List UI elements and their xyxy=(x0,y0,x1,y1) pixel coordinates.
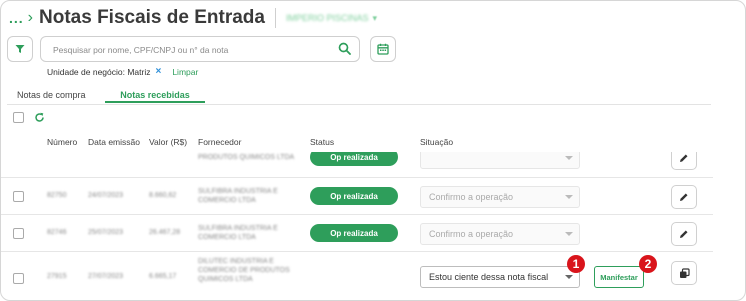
supplier-cell: PRODUTOS QUIMICOS LTDA xyxy=(198,154,295,161)
valor-cell: 26.467,28 xyxy=(149,229,181,236)
table-toolbar xyxy=(13,112,45,123)
status-badge: Op realizada xyxy=(310,187,398,205)
chevron-down-icon xyxy=(565,275,573,279)
column-header-valor[interactable]: Valor (R$) xyxy=(149,137,187,147)
chevron-down-icon xyxy=(565,232,573,236)
filter-button[interactable] xyxy=(7,36,33,62)
chevron-down-icon xyxy=(565,156,573,160)
status-badge: Op realizada xyxy=(310,224,398,242)
column-header-fornecedor[interactable]: Fornecedor xyxy=(198,137,241,147)
data-emissao-cell: 27/07/2023 xyxy=(88,273,124,280)
unit-filter-label: Unidade de negócio: Matriz xyxy=(47,66,151,77)
edit-button[interactable] xyxy=(671,185,697,209)
tab-notas-de-compra[interactable]: Notas de compra xyxy=(17,90,86,100)
tab-notas-recebidas[interactable]: Notas recebidas xyxy=(105,90,205,100)
search-box xyxy=(40,36,360,62)
remove-filter-icon[interactable]: × xyxy=(155,66,161,77)
table-row[interactable]: 82750 24/07/2023 8.660,62 SULFIBRA INDUS… xyxy=(1,177,713,215)
situacao-select[interactable]: Confirmo a operação xyxy=(420,186,580,208)
copy-button[interactable] xyxy=(671,261,697,285)
situacao-value: Confirmo a operação xyxy=(429,229,514,239)
column-header-data-emissao[interactable]: Data emissão xyxy=(88,137,140,147)
page-title: Notas Fiscais de Entrada xyxy=(39,7,265,28)
select-all-checkbox[interactable] xyxy=(13,112,24,123)
clear-filters-link[interactable]: Limpar xyxy=(172,67,198,77)
chevron-down-icon xyxy=(565,195,573,199)
row-checkbox[interactable] xyxy=(13,191,24,202)
tab-bar: Notas de compra Notas recebidas xyxy=(7,88,711,105)
active-tab-indicator xyxy=(105,101,205,103)
table-body[interactable]: PRODUTOS QUIMICOS LTDA Op realizada 8275… xyxy=(1,152,745,300)
app-window: ... › Notas Fiscais de Entrada IMPERIO P… xyxy=(0,0,746,301)
situacao-select[interactable]: Confirmo a operação xyxy=(420,223,580,245)
situacao-select[interactable]: Estou ciente dessa nota fiscal xyxy=(420,266,580,288)
column-header-status[interactable]: Status xyxy=(310,137,334,147)
search-icon[interactable] xyxy=(338,42,351,55)
data-emissao-cell: 25/07/2023 xyxy=(88,229,124,236)
edit-icon xyxy=(680,193,688,201)
numero-cell: 27915 xyxy=(47,273,67,280)
column-header-numero[interactable]: Número xyxy=(47,137,77,147)
row-checkbox[interactable] xyxy=(13,228,24,239)
chevron-right-icon: › xyxy=(27,9,33,26)
filter-icon xyxy=(15,45,25,53)
supplier-cell: DILUTEC INDUSTRIA E COMERCIO DE PRODUTOS… xyxy=(198,258,290,283)
breadcrumb[interactable]: ... xyxy=(9,10,24,26)
chevron-down-icon[interactable]: ▾ xyxy=(373,13,378,24)
edit-button[interactable] xyxy=(671,152,697,170)
data-emissao-cell: 24/07/2023 xyxy=(88,192,124,199)
supplier-cell: SULFIBRA INDUSTRIA E COMERCIO LTDA xyxy=(198,188,278,204)
header: ... › Notas Fiscais de Entrada IMPERIO P… xyxy=(9,7,377,29)
search-input[interactable] xyxy=(51,40,325,60)
situacao-value: Estou ciente dessa nota fiscal xyxy=(429,272,549,282)
step-marker-2: 2 xyxy=(639,255,657,273)
situacao-select[interactable] xyxy=(420,152,580,169)
status-badge: Op realizada xyxy=(310,152,398,166)
edit-icon xyxy=(680,230,688,238)
table-row[interactable]: PRODUTOS QUIMICOS LTDA Op realizada xyxy=(1,152,713,177)
edit-button[interactable] xyxy=(671,222,697,246)
situacao-value: Confirmo a operação xyxy=(429,192,514,202)
column-header-situacao[interactable]: Situação xyxy=(420,137,453,147)
copy-icon xyxy=(679,267,690,278)
supplier-cell: SULFIBRA INDUSTRIA E COMERCIO LTDA xyxy=(198,225,278,241)
calendar-button[interactable] xyxy=(370,36,396,62)
step-marker-1: 1 xyxy=(567,255,585,273)
company-selector[interactable]: IMPERIO PISCINAS xyxy=(286,13,369,23)
valor-cell: 6.665,17 xyxy=(149,273,177,280)
refresh-icon[interactable] xyxy=(34,112,45,123)
calendar-icon xyxy=(377,43,389,55)
manifestar-button[interactable]: Manifestar xyxy=(594,266,644,288)
numero-cell: 82750 xyxy=(47,192,67,199)
numero-cell: 82746 xyxy=(47,229,67,236)
table-row[interactable]: 27915 27/07/2023 6.665,17 DILUTEC INDUST… xyxy=(1,251,713,300)
title-divider xyxy=(274,8,276,28)
valor-cell: 8.660,62 xyxy=(149,192,177,199)
active-filter: Unidade de negócio: Matriz × Limpar xyxy=(47,66,198,77)
table-row[interactable]: 82746 25/07/2023 26.467,28 SULFIBRA INDU… xyxy=(1,214,713,252)
edit-icon xyxy=(680,154,688,162)
row-checkbox[interactable] xyxy=(13,273,24,284)
